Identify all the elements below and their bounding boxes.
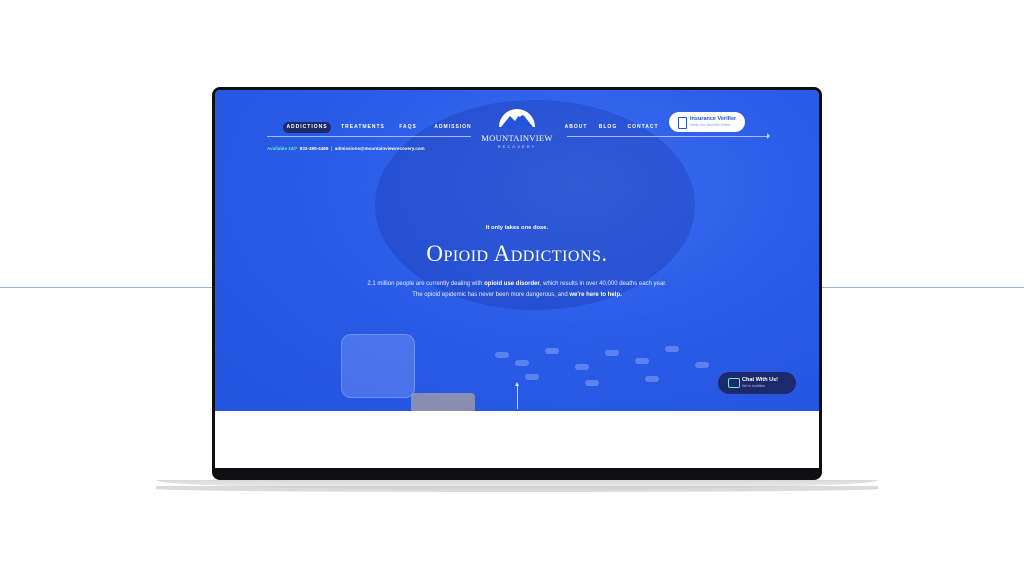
nav-divider-left: [267, 136, 471, 137]
nav-divider-right: [567, 136, 767, 137]
pill-image: [495, 352, 509, 358]
contact-info: Available 24/7 833-489-4469 | admissions…: [267, 146, 425, 151]
phone-link[interactable]: 833-489-4469: [300, 146, 329, 151]
hero-section: ADDICTIONS TREATMENTS FAQS ADMISSION ABO…: [215, 90, 819, 411]
hero-body-bold: opioid use disorder: [484, 281, 540, 287]
scroll-indicator: [517, 384, 518, 409]
nav-blog[interactable]: BLOG: [597, 122, 619, 133]
nav-about[interactable]: ABOUT: [563, 122, 589, 133]
pill-image: [645, 376, 659, 382]
pill-image: [695, 362, 709, 368]
laptop-shadow: [156, 486, 878, 492]
nav-faqs[interactable]: FAQS: [395, 122, 421, 133]
nav-treatments[interactable]: TREATMENTS: [341, 122, 385, 133]
pill-image: [515, 360, 529, 366]
decorative-line-right: [820, 287, 1024, 288]
nav-contact[interactable]: CONTACT: [627, 122, 659, 133]
laptop-frame: ADDICTIONS TREATMENTS FAQS ADMISSION ABO…: [212, 87, 822, 480]
pill-image: [605, 350, 619, 356]
insurance-title: Insurance Verifier: [690, 116, 737, 122]
bottle-cap-image: [411, 393, 475, 411]
insurance-subtitle: Verify Your Benefits Online: [690, 123, 731, 127]
arrow-right-icon: [767, 133, 770, 139]
site-logo[interactable]: MOUNTAINVIEW RECOVERY: [481, 105, 553, 149]
mountain-logo-icon: [499, 109, 535, 127]
document-icon: [678, 117, 687, 129]
pill-image: [585, 380, 599, 386]
laptop-screen: ADDICTIONS TREATMENTS FAQS ADMISSION ABO…: [215, 90, 819, 468]
hero-headline: Opioid Addictions.: [426, 241, 608, 266]
nav-addictions[interactable]: ADDICTIONS: [283, 122, 331, 133]
hero-body-part: 2.1 million people are currently dealing…: [367, 281, 485, 287]
email-link[interactable]: admissions@mountainviewrecovery.com: [335, 146, 425, 151]
hero-tagline: It only takes one dose.: [485, 225, 549, 231]
logo-name: MOUNTAINVIEW: [481, 133, 553, 143]
pill-image: [525, 374, 539, 380]
pill-bottle-image: [341, 334, 415, 398]
pill-image: [575, 364, 589, 370]
pill-image: [635, 358, 649, 364]
content-area: [215, 411, 819, 468]
nav-admission[interactable]: ADMISSION: [433, 122, 473, 133]
chat-bubble-icon: [728, 378, 740, 388]
pill-image: [545, 348, 559, 354]
availability-text: Available 24/7: [267, 146, 298, 151]
hero-body: 2.1 million people are currently dealing…: [365, 279, 669, 301]
chat-title: Chat With Us!: [742, 377, 779, 383]
hero-body-bold: we're here to help.: [569, 292, 622, 298]
pill-image: [665, 346, 679, 352]
chat-button[interactable]: Chat With Us! We're available: [718, 372, 796, 394]
contact-separator: |: [330, 146, 333, 151]
decorative-line-left: [0, 287, 214, 288]
logo-subtitle: RECOVERY: [497, 144, 537, 149]
chat-subtitle: We're available: [742, 384, 766, 388]
insurance-verifier-button[interactable]: Insurance Verifier Verify Your Benefits …: [669, 112, 745, 132]
